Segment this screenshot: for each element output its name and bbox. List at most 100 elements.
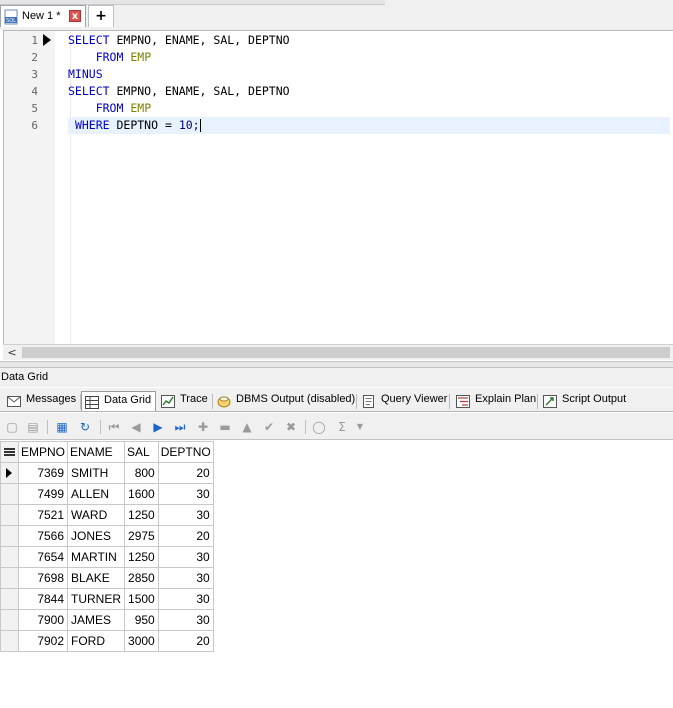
filter-icon[interactable]: ◯ bbox=[311, 419, 327, 435]
cell-ename[interactable]: WARD bbox=[67, 504, 126, 526]
last-record-icon[interactable]: ⏭ bbox=[172, 419, 188, 435]
cell-deptno[interactable]: 30 bbox=[157, 483, 214, 505]
sql-editor[interactable]: 123456 SELECT EMPNO, ENAME, SAL, DEPTNO … bbox=[3, 30, 673, 344]
cell-ename[interactable]: ALLEN bbox=[67, 483, 126, 505]
tab-dbms-output[interactable]: DBMS Output (disabled) bbox=[214, 391, 356, 411]
insert-record-icon[interactable]: ✚ bbox=[195, 419, 211, 435]
cell-sal[interactable]: 950 bbox=[124, 609, 159, 631]
cell-sal[interactable]: 2975 bbox=[124, 525, 159, 547]
row-indicator[interactable] bbox=[0, 609, 19, 631]
row-indicator[interactable] bbox=[0, 483, 19, 505]
row-indicator[interactable] bbox=[0, 462, 19, 484]
column-header-deptno[interactable]: DEPTNO bbox=[157, 441, 214, 463]
tab-new-1[interactable]: SQL New 1 * x bbox=[0, 5, 86, 27]
cell-ename[interactable]: JONES bbox=[67, 525, 126, 547]
close-tab-icon[interactable]: x bbox=[69, 10, 81, 22]
cell-sal[interactable]: 3000 bbox=[124, 630, 159, 652]
cell-empno[interactable]: 7521 bbox=[17, 504, 69, 526]
cell-empno[interactable]: 7902 bbox=[17, 630, 69, 652]
cell-empno[interactable]: 7369 bbox=[17, 462, 69, 484]
column-header-sal[interactable]: SAL bbox=[124, 441, 159, 463]
cell-ename[interactable]: BLAKE bbox=[67, 567, 126, 589]
table-row[interactable]: 7698 BLAKE 2850 30 bbox=[0, 567, 214, 589]
print-icon[interactable]: ▤ bbox=[25, 419, 41, 435]
cell-sal[interactable]: 1250 bbox=[124, 504, 159, 526]
column-header-ename[interactable]: ENAME bbox=[67, 441, 126, 463]
cell-deptno[interactable]: 20 bbox=[157, 630, 214, 652]
data-grid[interactable]: EMPNO ENAME SAL DEPTNO 7369 SMITH 800 20 7499 AL… bbox=[0, 441, 214, 652]
table-row[interactable]: 7900 JAMES 950 30 bbox=[0, 609, 214, 631]
cancel-edit-icon[interactable]: ✖ bbox=[283, 419, 299, 435]
tab-data-grid[interactable]: Data Grid bbox=[81, 391, 156, 411]
cell-deptno[interactable]: 20 bbox=[157, 462, 214, 484]
row-indicator[interactable] bbox=[0, 525, 19, 547]
next-record-icon[interactable]: ▶ bbox=[150, 419, 166, 435]
cell-empno[interactable]: 7844 bbox=[17, 588, 69, 610]
cell-empno[interactable]: 7698 bbox=[17, 567, 69, 589]
cell-empno[interactable]: 7566 bbox=[17, 525, 69, 547]
row-indicator[interactable] bbox=[0, 588, 19, 610]
text-cursor bbox=[199, 119, 201, 132]
tab-messages[interactable]: Messages bbox=[4, 391, 80, 411]
table-row[interactable]: 7654 MARTIN 1250 30 bbox=[0, 546, 214, 568]
panel-splitter[interactable] bbox=[0, 361, 673, 368]
tab-explain-plan[interactable]: Explain Plan bbox=[453, 391, 537, 411]
previous-record-icon[interactable]: ◀ bbox=[128, 419, 144, 435]
table-row[interactable]: 7521 WARD 1250 30 bbox=[0, 504, 214, 526]
cell-sal[interactable]: 2850 bbox=[124, 567, 159, 589]
post-edit-icon[interactable]: ✔ bbox=[261, 419, 277, 435]
code-line[interactable]: SELECT EMPNO, ENAME, SAL, DEPTNO bbox=[68, 83, 670, 100]
cell-deptno[interactable]: 30 bbox=[157, 567, 214, 589]
cell-ename[interactable]: JAMES bbox=[67, 609, 126, 631]
table-row[interactable]: 7902 FORD 3000 20 bbox=[0, 630, 214, 652]
chevron-down-icon[interactable]: ▼ bbox=[352, 419, 368, 435]
tab-query-viewer[interactable]: Query Viewer bbox=[359, 391, 449, 411]
cell-deptno[interactable]: 30 bbox=[157, 588, 214, 610]
grid-view-icon[interactable]: ▦ bbox=[54, 419, 70, 435]
scroll-left-icon[interactable]: < bbox=[5, 346, 19, 359]
cell-ename[interactable]: MARTIN bbox=[67, 546, 126, 568]
cell-sal[interactable]: 1250 bbox=[124, 546, 159, 568]
cell-empno[interactable]: 7499 bbox=[17, 483, 69, 505]
cell-ename[interactable]: FORD bbox=[67, 630, 126, 652]
row-indicator[interactable] bbox=[0, 630, 19, 652]
grid-menu-cell[interactable] bbox=[0, 441, 19, 463]
row-indicator[interactable] bbox=[0, 504, 19, 526]
cell-ename[interactable]: SMITH bbox=[67, 462, 126, 484]
delete-record-icon[interactable]: ▬ bbox=[217, 419, 233, 435]
table-row[interactable]: 7844 TURNER 1500 30 bbox=[0, 588, 214, 610]
tab-trace[interactable]: Trace bbox=[158, 391, 211, 411]
current-row-icon bbox=[6, 468, 12, 478]
refresh-grid-icon[interactable]: ↻ bbox=[77, 419, 93, 435]
column-header-empno[interactable]: EMPNO bbox=[17, 441, 69, 463]
line-number: 1 bbox=[31, 34, 38, 47]
cell-empno[interactable]: 7900 bbox=[17, 609, 69, 631]
code-line[interactable]: WHERE DEPTNO = 10; bbox=[68, 117, 670, 134]
tab-script-output[interactable]: Script Output bbox=[540, 391, 632, 411]
cell-deptno[interactable]: 30 bbox=[157, 546, 214, 568]
code-line[interactable]: FROM EMP bbox=[68, 49, 670, 66]
first-record-icon[interactable]: ⏮ bbox=[106, 419, 122, 435]
table-row[interactable]: 7369 SMITH 800 20 bbox=[0, 462, 214, 484]
cell-deptno[interactable]: 30 bbox=[157, 504, 214, 526]
cell-empno[interactable]: 7654 bbox=[17, 546, 69, 568]
cell-sal[interactable]: 800 bbox=[124, 462, 159, 484]
export-icon[interactable]: ▢ bbox=[4, 419, 20, 435]
code-line[interactable]: FROM EMP bbox=[68, 100, 670, 117]
table-row[interactable]: 7566 JONES 2975 20 bbox=[0, 525, 214, 547]
scrollbar-thumb[interactable] bbox=[22, 347, 670, 358]
edit-record-icon[interactable]: ▲ bbox=[239, 419, 255, 435]
cell-ename[interactable]: TURNER bbox=[67, 588, 126, 610]
cell-deptno[interactable]: 30 bbox=[157, 609, 214, 631]
add-tab-button[interactable]: + bbox=[88, 5, 114, 27]
cell-deptno[interactable]: 20 bbox=[157, 525, 214, 547]
editor-horizontal-scrollbar[interactable]: < bbox=[3, 344, 673, 360]
code-line[interactable]: SELECT EMPNO, ENAME, SAL, DEPTNO bbox=[68, 32, 670, 49]
code-line[interactable]: MINUS bbox=[68, 66, 670, 83]
cell-sal[interactable]: 1600 bbox=[124, 483, 159, 505]
summary-sigma-icon[interactable]: Σ bbox=[334, 419, 350, 435]
row-indicator[interactable] bbox=[0, 546, 19, 568]
cell-sal[interactable]: 1500 bbox=[124, 588, 159, 610]
row-indicator[interactable] bbox=[0, 567, 19, 589]
table-row[interactable]: 7499 ALLEN 1600 30 bbox=[0, 483, 214, 505]
